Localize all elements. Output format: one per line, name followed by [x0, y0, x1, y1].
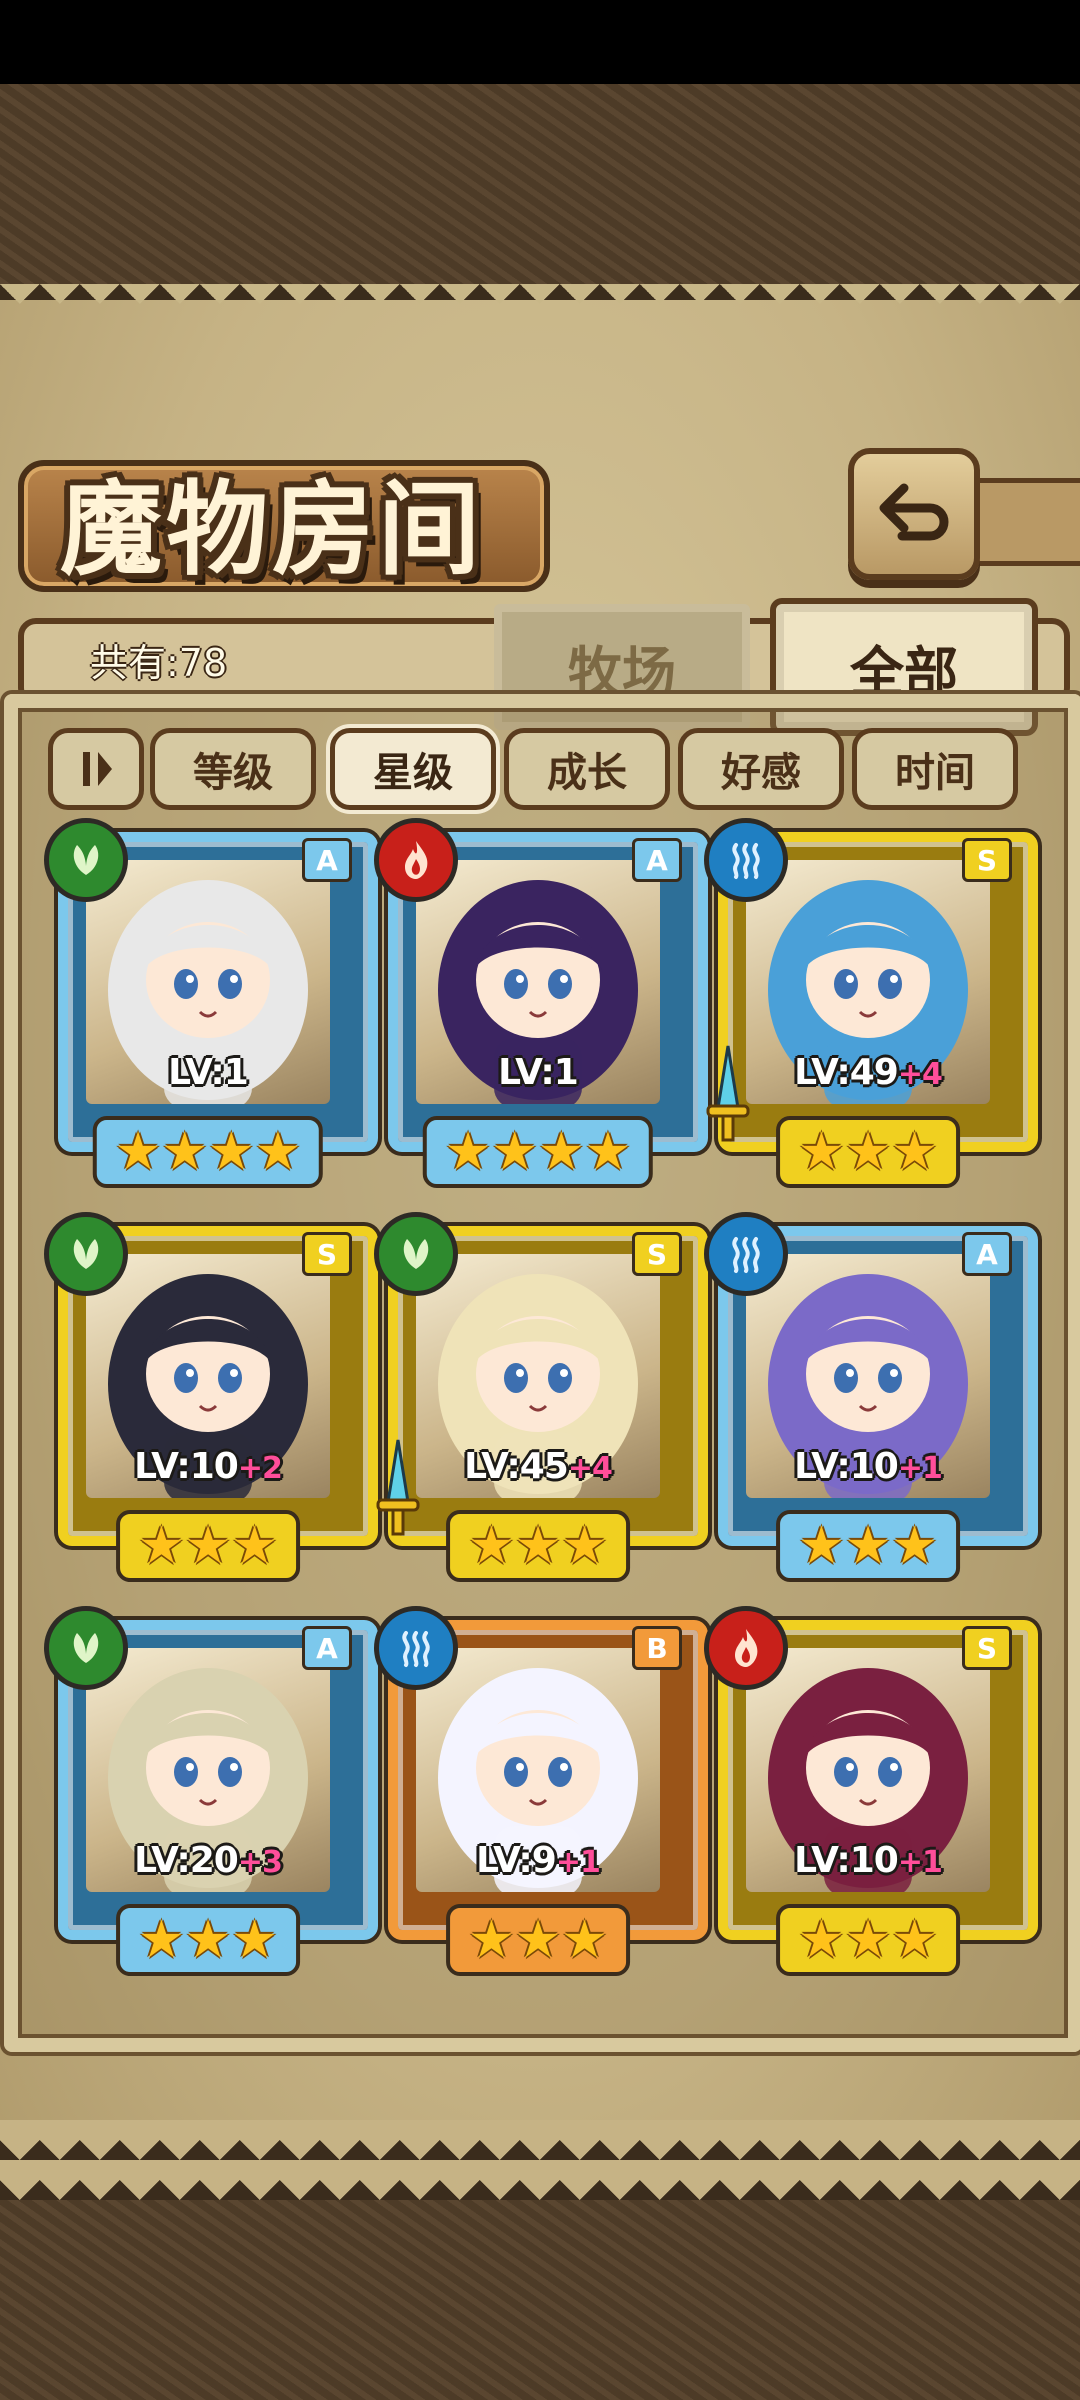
- monster-card[interactable]: S LV:10+1 ★★★: [704, 1606, 1038, 1976]
- grass-element-icon: [44, 1606, 128, 1690]
- monster-card[interactable]: A LV:10+1 ★★★: [704, 1212, 1038, 1582]
- level-value: LV:1: [498, 1052, 579, 1093]
- level-label: LV:1: [58, 1052, 358, 1093]
- torn-edge-top: [0, 284, 1080, 324]
- level-value: LV:10: [794, 1840, 899, 1881]
- level-value: LV:20: [134, 1840, 239, 1881]
- star-rating: ★★★: [776, 1116, 960, 1188]
- rank-badge: A: [962, 1232, 1012, 1276]
- level-label: LV:45+4: [388, 1446, 688, 1487]
- torn-edge-bottom: [0, 2120, 1080, 2200]
- filter-time[interactable]: 时间: [852, 728, 1018, 810]
- water-element-icon: [704, 1212, 788, 1296]
- monster-card[interactable]: A LV:1 ★★★★: [44, 818, 378, 1188]
- rank-badge: A: [632, 838, 682, 882]
- level-value: LV:49: [794, 1052, 899, 1093]
- map-background-top: [0, 84, 1080, 284]
- rank-badge: S: [962, 838, 1012, 882]
- water-element-icon: [704, 818, 788, 902]
- monster-card[interactable]: A LV:20+3 ★★★: [44, 1606, 378, 1976]
- monster-count: 共有:78: [90, 641, 228, 685]
- rank-badge: A: [302, 1626, 352, 1670]
- level-value: LV:45: [464, 1446, 569, 1487]
- level-bonus: +1: [897, 1451, 943, 1486]
- grass-element-icon: [44, 818, 128, 902]
- grass-element-icon: [374, 1212, 458, 1296]
- sort-order-button[interactable]: [48, 728, 144, 810]
- level-bonus: +2: [237, 1451, 283, 1486]
- level-bonus: +4: [897, 1057, 943, 1092]
- level-value: LV:10: [794, 1446, 899, 1487]
- level-bonus: +4: [567, 1451, 613, 1486]
- filter-star[interactable]: 星级: [330, 728, 496, 810]
- star-rating: ★★★: [116, 1904, 300, 1976]
- page-title: 魔物房间: [60, 470, 484, 590]
- back-button[interactable]: [848, 448, 980, 580]
- grass-element-icon: [44, 1212, 128, 1296]
- map-background-bottom: [0, 2200, 1080, 2400]
- level-label: LV:9+1: [388, 1840, 688, 1881]
- water-element-icon: [374, 1606, 458, 1690]
- star-rating: ★★★: [446, 1904, 630, 1976]
- level-label: LV:10+1: [718, 1446, 1018, 1487]
- star-rating: ★★★★: [422, 1116, 654, 1188]
- star-rating: ★★★: [116, 1510, 300, 1582]
- level-label: LV:49+4: [718, 1052, 1018, 1093]
- back-button-rail: [968, 478, 1080, 566]
- fire-element-icon: [374, 818, 458, 902]
- rank-badge: S: [962, 1626, 1012, 1670]
- filter-level[interactable]: 等级: [150, 728, 316, 810]
- level-label: LV:20+3: [58, 1840, 358, 1881]
- level-label: LV:10+1: [718, 1840, 1018, 1881]
- filter-growth[interactable]: 成长: [504, 728, 670, 810]
- star-rating: ★★★: [776, 1904, 960, 1976]
- level-bonus: +1: [555, 1845, 601, 1880]
- monster-card[interactable]: S LV:49+4 ★★★: [704, 818, 1038, 1188]
- monster-card[interactable]: S LV:10+2 ★★★: [44, 1212, 378, 1582]
- status-bar: [0, 0, 1080, 84]
- level-bonus: +1: [897, 1845, 943, 1880]
- back-arrow-icon: [879, 483, 949, 541]
- rank-badge: S: [302, 1232, 352, 1276]
- level-value: LV:10: [134, 1446, 239, 1487]
- filter-affection[interactable]: 好感: [678, 728, 844, 810]
- rank-badge: A: [302, 838, 352, 882]
- level-label: LV:1: [388, 1052, 688, 1093]
- sort-order-icon: [83, 752, 112, 786]
- star-rating: ★★★: [776, 1510, 960, 1582]
- fire-element-icon: [704, 1606, 788, 1690]
- rank-badge: B: [632, 1626, 682, 1670]
- star-rating: ★★★: [446, 1510, 630, 1582]
- star-rating: ★★★★: [92, 1116, 324, 1188]
- level-label: LV:10+2: [58, 1446, 358, 1487]
- level-value: LV:9: [476, 1840, 557, 1881]
- rank-badge: S: [632, 1232, 682, 1276]
- monster-card[interactable]: B LV:9+1 ★★★: [374, 1606, 708, 1976]
- monster-card[interactable]: S LV:45+4 ★★★: [374, 1212, 708, 1582]
- level-value: LV:1: [168, 1052, 249, 1093]
- level-bonus: +3: [237, 1845, 283, 1880]
- monster-card[interactable]: A LV:1 ★★★★: [374, 818, 708, 1188]
